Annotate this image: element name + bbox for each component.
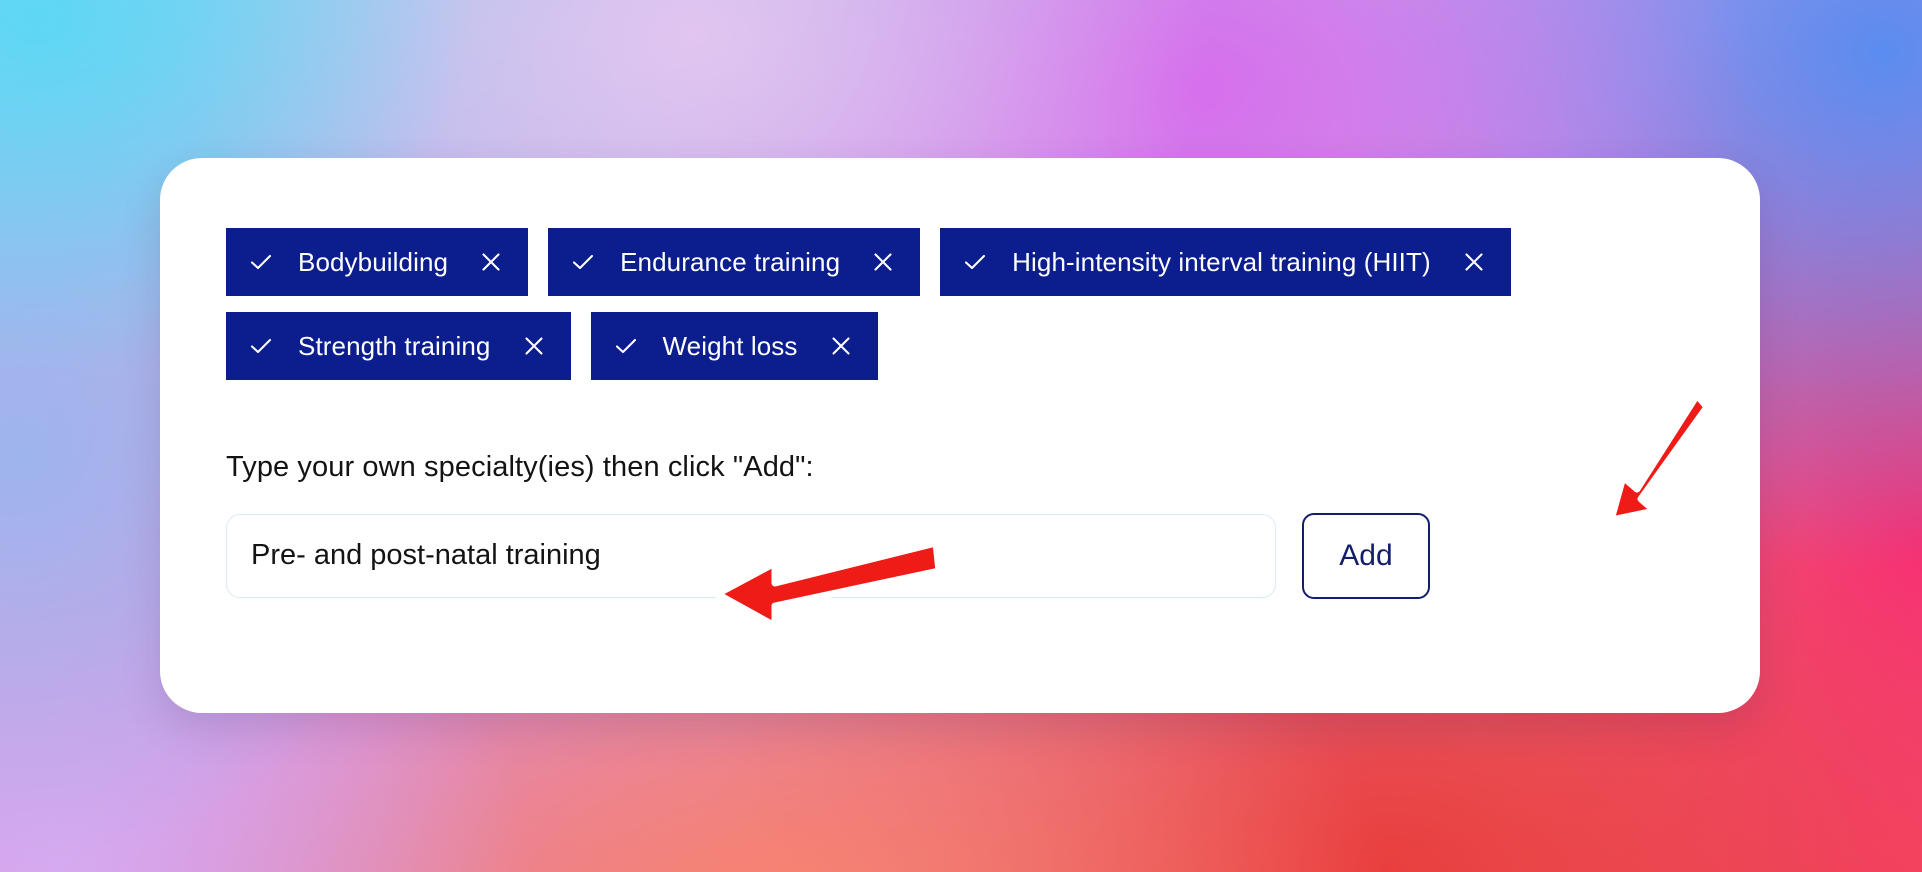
close-icon[interactable] bbox=[478, 249, 504, 275]
add-button[interactable]: Add bbox=[1302, 512, 1430, 599]
check-icon bbox=[248, 249, 274, 275]
close-icon[interactable] bbox=[1461, 249, 1487, 275]
specialties-card: Bodybuilding Endurance training High-int… bbox=[160, 158, 1760, 713]
specialty-chip-label: High-intensity interval training (HIIT) bbox=[1012, 247, 1431, 277]
custom-specialty-label: Type your own specialty(ies) then click … bbox=[226, 451, 814, 483]
check-icon bbox=[248, 333, 274, 359]
check-icon bbox=[613, 333, 639, 359]
specialty-chip-hiit[interactable]: High-intensity interval training (HIIT) bbox=[940, 228, 1511, 296]
specialty-input[interactable] bbox=[226, 513, 1276, 598]
specialty-chip-bodybuilding[interactable]: Bodybuilding bbox=[226, 228, 529, 296]
check-icon bbox=[962, 249, 988, 275]
specialty-chip-strength-training[interactable]: Strength training bbox=[226, 312, 571, 380]
close-icon[interactable] bbox=[828, 333, 854, 359]
specialty-chip-weight-loss[interactable]: Weight loss bbox=[590, 312, 878, 380]
specialty-chip-label: Endurance training bbox=[620, 247, 841, 277]
close-icon[interactable] bbox=[870, 249, 896, 275]
custom-specialty-row: Add bbox=[226, 512, 1710, 599]
specialty-chip-label: Bodybuilding bbox=[298, 247, 449, 277]
specialty-chip-endurance-training[interactable]: Endurance training bbox=[548, 228, 921, 296]
card-content: Bodybuilding Endurance training High-int… bbox=[226, 228, 1710, 599]
selected-specialties-row-1: Bodybuilding Endurance training High-int… bbox=[226, 228, 1710, 296]
check-icon bbox=[570, 249, 596, 275]
selected-specialties-row-2: Strength training Weight loss bbox=[226, 312, 1710, 380]
specialty-chip-label: Strength training bbox=[298, 331, 491, 361]
close-icon[interactable] bbox=[521, 333, 547, 359]
specialty-chip-label: Weight loss bbox=[662, 331, 798, 361]
